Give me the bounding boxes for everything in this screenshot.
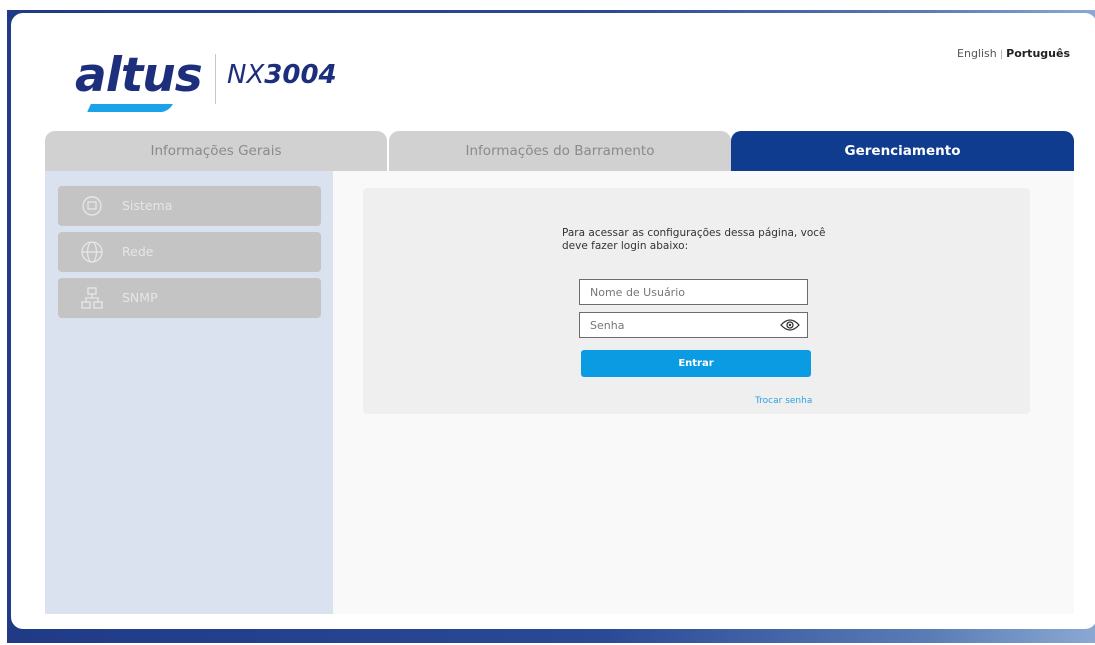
login-button[interactable]: Entrar	[581, 350, 811, 377]
sidebar-item-rede[interactable]: Rede	[58, 232, 321, 272]
sidebar-item-label: SNMP	[122, 290, 158, 305]
username-input[interactable]	[579, 279, 808, 305]
model-prefix: NX	[227, 60, 265, 90]
language-switcher: English | Português	[957, 47, 1070, 60]
password-input[interactable]	[579, 312, 808, 338]
sidebar-item-snmp[interactable]: SNMP	[58, 278, 321, 318]
logo-swoosh	[87, 104, 173, 112]
lang-english-link[interactable]: English	[957, 47, 997, 60]
tab-gerenciamento[interactable]: Gerenciamento	[731, 131, 1074, 171]
network-icon	[81, 287, 103, 309]
tab-informacoes-barramento[interactable]: Informações do Barramento	[389, 131, 731, 171]
login-message: Para acessar as configurações dessa pági…	[562, 227, 826, 252]
logo-divider	[215, 54, 216, 104]
sidebar-item-label: Rede	[122, 244, 154, 259]
tab-informacoes-gerais[interactable]: Informações Gerais	[45, 131, 387, 171]
logo-text: altus	[75, 48, 203, 103]
model-name: NX3004	[227, 60, 337, 90]
sidebar-item-label: Sistema	[122, 198, 173, 213]
lang-portuguese-link[interactable]: Português	[1006, 47, 1070, 60]
lang-separator: |	[999, 49, 1004, 60]
system-icon	[82, 196, 102, 216]
sidebar-item-sistema[interactable]: Sistema	[58, 186, 321, 226]
model-number: 3004	[264, 60, 337, 90]
change-password-link[interactable]: Trocar senha	[755, 396, 812, 406]
globe-icon	[81, 241, 103, 263]
show-password-icon[interactable]	[780, 318, 800, 332]
